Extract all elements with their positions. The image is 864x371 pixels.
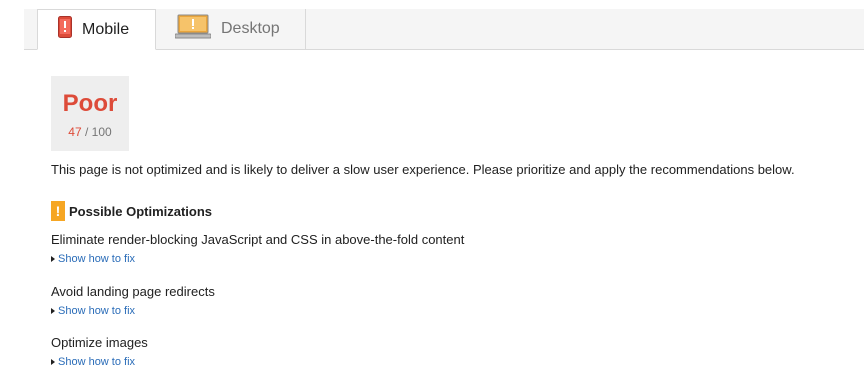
summary-text: This page is not optimized and is likely… — [51, 162, 795, 177]
rule-title: Eliminate render-blocking JavaScript and… — [51, 232, 465, 247]
link-label: Show how to fix — [58, 253, 136, 265]
caret-right-icon — [51, 256, 55, 262]
show-how-to-fix-link[interactable]: Show how to fix — [51, 253, 135, 265]
tab-mobile[interactable]: Mobile — [37, 9, 156, 50]
score-value: 47 — [68, 125, 82, 139]
show-how-to-fix-link[interactable]: Show how to fix — [51, 356, 135, 368]
link-label: Show how to fix — [58, 305, 136, 317]
score-card: Poor 47 / 100 — [51, 76, 129, 151]
rule-title: Optimize images — [51, 335, 148, 350]
page: Mobile Desktop Poor 47 / 100 This page i… — [0, 0, 864, 371]
tab-mobile-label: Mobile — [82, 20, 130, 38]
section-title: Possible Optimizations — [69, 203, 213, 219]
mobile-phone-icon — [58, 16, 72, 43]
tab-desktop[interactable]: Desktop — [156, 9, 306, 49]
link-label: Show how to fix — [58, 356, 136, 368]
score-line: 47 / 100 — [51, 125, 129, 139]
score-grade: Poor — [62, 90, 118, 117]
rule-title: Avoid landing page redirects — [51, 284, 215, 299]
device-tab-bar: Mobile Desktop — [24, 9, 864, 50]
caret-right-icon — [51, 308, 55, 314]
tab-desktop-label: Desktop — [221, 20, 280, 37]
desktop-monitor-icon — [174, 14, 212, 45]
possible-optimizations-header: ! Possible Optimizations — [51, 201, 212, 221]
caret-right-icon — [51, 359, 55, 365]
score-max: / 100 — [85, 125, 112, 139]
warning-icon: ! — [51, 201, 65, 221]
show-how-to-fix-link[interactable]: Show how to fix — [51, 305, 135, 317]
